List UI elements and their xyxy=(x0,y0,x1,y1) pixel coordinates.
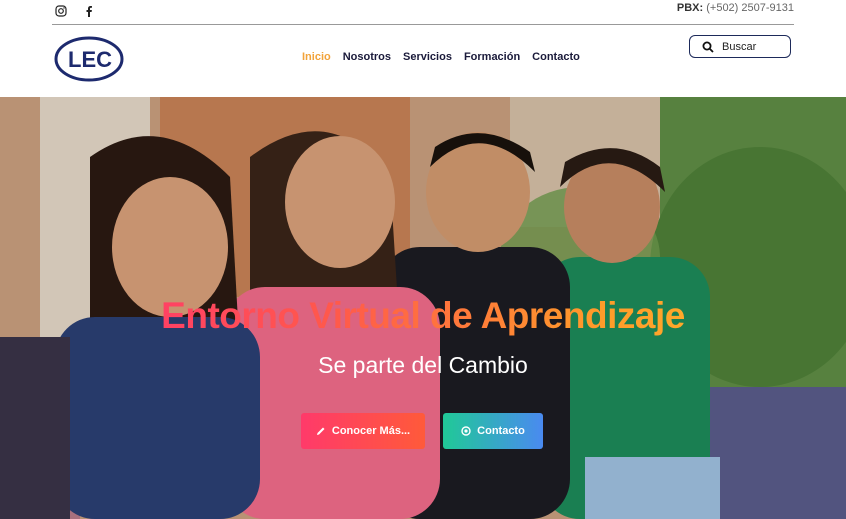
hero-banner: Entorno Virtual de Aprendizaje Se parte … xyxy=(0,97,846,519)
hero-title: Entorno Virtual de Aprendizaje xyxy=(0,295,846,337)
nav-contacto[interactable]: Contacto xyxy=(532,51,580,63)
conocer-mas-button[interactable]: Conocer Más... xyxy=(301,413,425,449)
nav-servicios[interactable]: Servicios xyxy=(403,51,452,63)
pencil-icon xyxy=(316,427,325,435)
lec-logo[interactable]: LEC xyxy=(54,36,124,82)
nav-formacion[interactable]: Formación xyxy=(464,51,520,63)
search-placeholder[interactable]: Buscar xyxy=(722,41,756,53)
circle-dot-icon xyxy=(461,426,471,436)
nav-inicio[interactable]: Inicio xyxy=(302,51,331,63)
instagram-icon[interactable] xyxy=(54,4,68,18)
logo-text: LEC xyxy=(68,47,112,72)
hero-subtitle: Se parte del Cambio xyxy=(318,352,528,378)
facebook-icon[interactable] xyxy=(82,4,96,18)
nav-nosotros[interactable]: Nosotros xyxy=(343,51,391,63)
contacto-label: Contacto xyxy=(477,425,525,437)
contacto-button[interactable]: Contacto xyxy=(443,413,543,449)
phone-label: PBX: xyxy=(676,2,704,14)
top-bar: PBX: (+502) 2507-9131 xyxy=(0,0,846,24)
social-links xyxy=(54,4,96,18)
main-nav: Inicio Nosotros Servicios Formación Cont… xyxy=(302,51,580,63)
search-icon xyxy=(702,41,714,53)
conocer-mas-label: Conocer Más... xyxy=(331,425,411,437)
phone-info: PBX: (+502) 2507-9131 xyxy=(677,2,794,14)
phone-number[interactable]: (+502) 2507-9131 xyxy=(706,2,794,14)
site-header: LEC Inicio Nosotros Servicios Formación … xyxy=(0,25,846,97)
search-box[interactable]: Buscar xyxy=(689,35,791,58)
